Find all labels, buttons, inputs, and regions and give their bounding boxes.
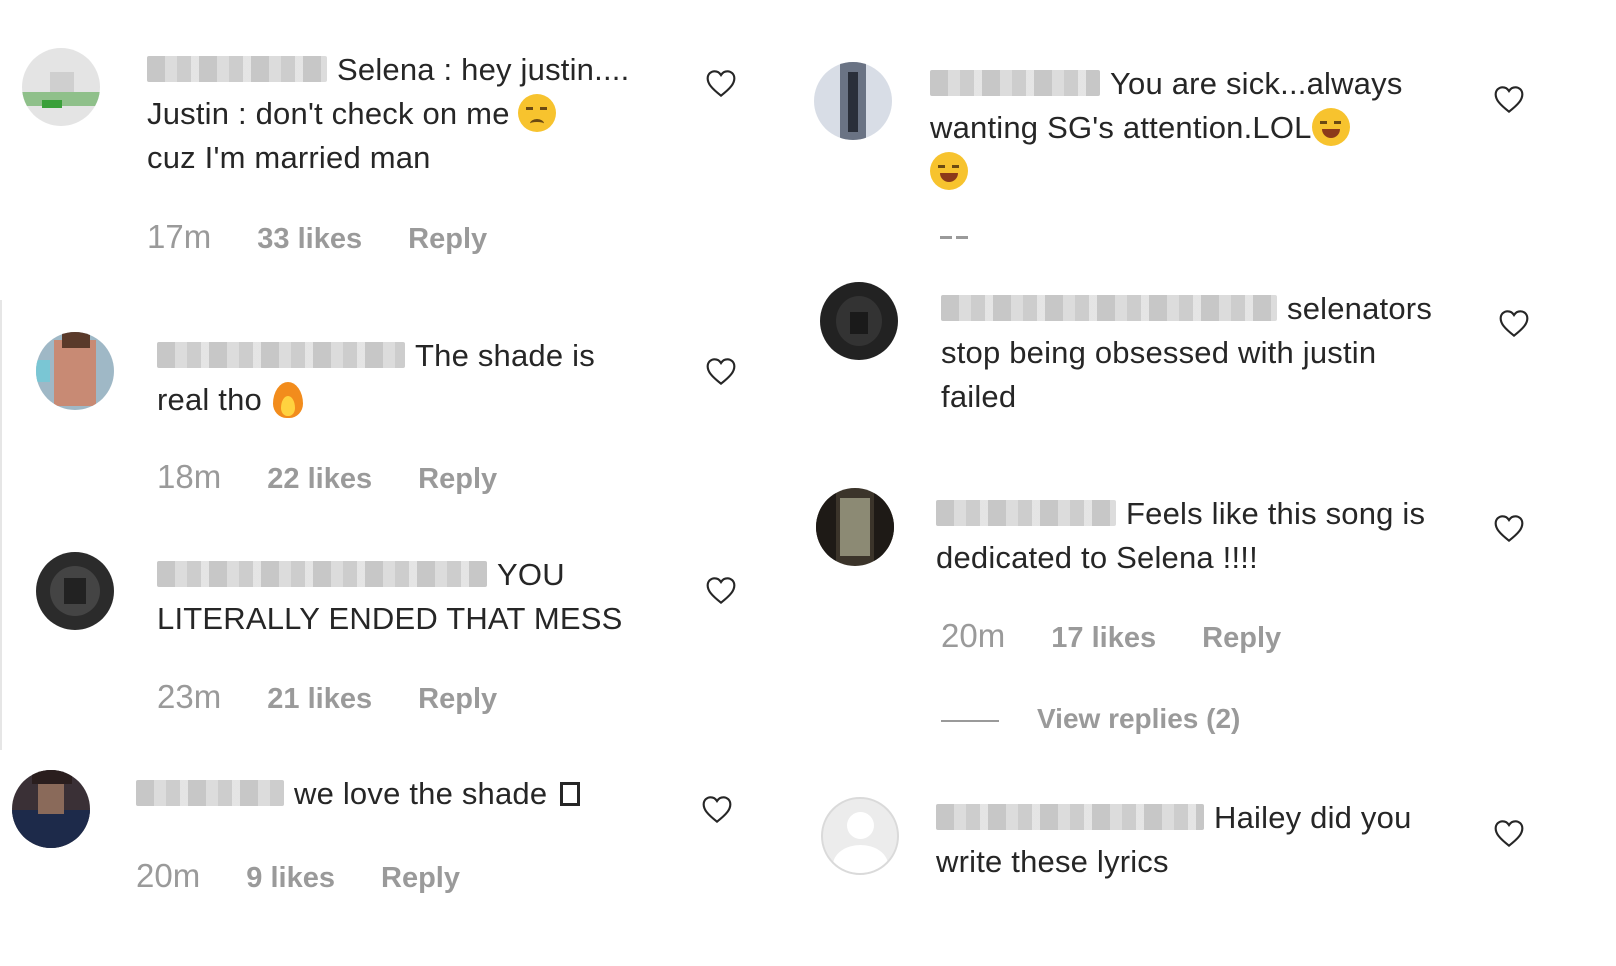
reply-button[interactable]: Reply [418,463,497,495]
heart-outline-icon[interactable] [705,68,737,98]
comment-meta: 18m 22 likes Reply [157,458,497,496]
likes-count[interactable]: 22 likes [267,463,372,495]
comment-text-line: Selena : hey justin.... [337,52,630,87]
reply-button[interactable]: Reply [418,683,497,715]
reply-button[interactable]: Reply [408,223,487,255]
username-blurred[interactable] [136,780,284,806]
comment-text-line: failed [941,379,1017,414]
username-blurred[interactable] [157,342,405,368]
avatar[interactable] [36,332,114,410]
comment-text: You are sick...always wanting SG's atten… [930,62,1470,194]
comment-text: YOU LITERALLY ENDED THAT MESS [157,553,697,641]
comment-text-line: YOU [497,557,565,592]
avatar[interactable] [820,282,898,360]
comment-text-line: real tho [157,382,262,417]
likes-count[interactable]: 17 likes [1051,622,1156,654]
avatar[interactable] [22,48,100,126]
comment-text-line: we love the shade [294,776,548,811]
unrendered-character-glyph [560,782,581,806]
tears-of-joy-emoji [1311,108,1350,146]
likes-count[interactable]: 33 likes [257,223,362,255]
heart-outline-icon[interactable] [1493,513,1525,543]
view-replies-label: View replies (2) [1037,703,1241,734]
avatar[interactable] [12,770,90,848]
heart-outline-icon[interactable] [1498,308,1530,338]
avatar[interactable] [816,488,894,566]
heart-outline-icon[interactable] [1493,84,1525,114]
comment-text-line: stop being obsessed with justin [941,335,1377,370]
username-blurred[interactable] [157,561,487,587]
reply-button[interactable]: Reply [381,862,460,894]
tears-of-joy-emoji [930,152,968,190]
username-blurred[interactable] [147,56,327,82]
comment-text: Selena : hey justin.... Justin : don't c… [147,48,687,180]
view-replies-link[interactable]: View replies (2) [941,703,1240,735]
comment-text: The shade is real tho [157,334,697,422]
timestamp: 20m [941,617,1006,654]
comment-text-line: Justin : don't check on me [147,96,510,131]
timestamp: 17m [147,218,212,255]
heart-outline-icon[interactable] [705,575,737,605]
truncated-meta-dash [940,236,970,239]
timestamp: 23m [157,678,222,715]
reply-button[interactable]: Reply [1202,622,1281,654]
comment-text-line: write these lyrics [936,844,1169,879]
username-blurred[interactable] [941,295,1277,321]
username-blurred[interactable] [936,804,1204,830]
pensive-face-emoji [518,94,557,132]
fire-emoji [271,378,305,418]
comment-text-line: selenators [1287,291,1433,326]
default-user-avatar-icon[interactable] [821,797,899,875]
comment-text-line: cuz I'm married man [147,140,431,175]
comment-text-line: Hailey did you [1214,800,1412,835]
heart-outline-icon[interactable] [1493,818,1525,848]
comment-text: Hailey did you write these lyrics [936,796,1476,884]
username-blurred[interactable] [936,500,1116,526]
comment-text-line: The shade is [415,338,595,373]
replies-divider-line [941,719,999,722]
comment-text-line: You are sick...always [1110,66,1403,101]
avatar[interactable] [36,552,114,630]
comment-text-line: wanting SG's attention.LOL [930,110,1312,145]
heart-outline-icon[interactable] [705,356,737,386]
left-edge-divider [0,300,2,750]
comment-text-line: Feels like this song is [1126,496,1426,531]
comment-meta: 23m 21 likes Reply [157,678,497,716]
timestamp: 18m [157,458,222,495]
likes-count[interactable]: 21 likes [267,683,372,715]
comment-text: Feels like this song is dedicated to Sel… [936,492,1476,580]
comment-meta: 20m 9 likes Reply [136,857,460,895]
comment-text-line: dedicated to Selena !!!! [936,540,1258,575]
comment-meta: 20m 17 likes Reply [941,617,1281,655]
username-blurred[interactable] [930,70,1100,96]
likes-count[interactable]: 9 likes [246,862,335,894]
heart-outline-icon[interactable] [701,794,733,824]
comment-text-line: LITERALLY ENDED THAT MESS [157,601,623,636]
comment-text: we love the shade [136,772,676,816]
avatar[interactable] [814,62,892,140]
comment-meta: 17m 33 likes Reply [147,218,487,256]
comment-text: selenators stop being obsessed with just… [941,287,1481,419]
timestamp: 20m [136,857,201,894]
